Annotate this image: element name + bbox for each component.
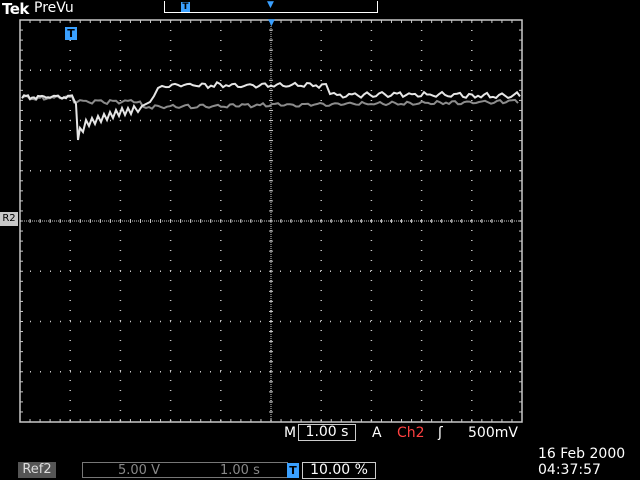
trigger-a-label: A	[372, 425, 382, 441]
trigger-slope-icon: ʃ	[438, 425, 443, 441]
trigger-source[interactable]: Ch2	[397, 425, 425, 441]
timebase-readout[interactable]: 1.00 s	[298, 424, 356, 441]
reference-waveform	[21, 94, 519, 110]
ref2-time: 1.00 s	[220, 463, 260, 478]
time-readout: 04:37:57	[538, 462, 601, 478]
horizontal-position-icon: T	[287, 463, 299, 478]
trigger-level[interactable]: 500mV	[468, 425, 518, 441]
trigger-position-icon: T	[65, 27, 77, 40]
date-readout: 16 Feb 2000	[538, 446, 626, 462]
ref2-button[interactable]: Ref2	[18, 462, 56, 478]
timebase-m-label: M	[284, 425, 297, 441]
graticule	[19, 19, 523, 423]
horizontal-position-readout[interactable]: 10.00 %	[302, 462, 376, 479]
trigger-point-arrow-icon: ▼	[268, 18, 275, 28]
ref2-volts: 5.00 V	[118, 463, 160, 478]
ref2-ground-marker: R2	[0, 212, 18, 226]
